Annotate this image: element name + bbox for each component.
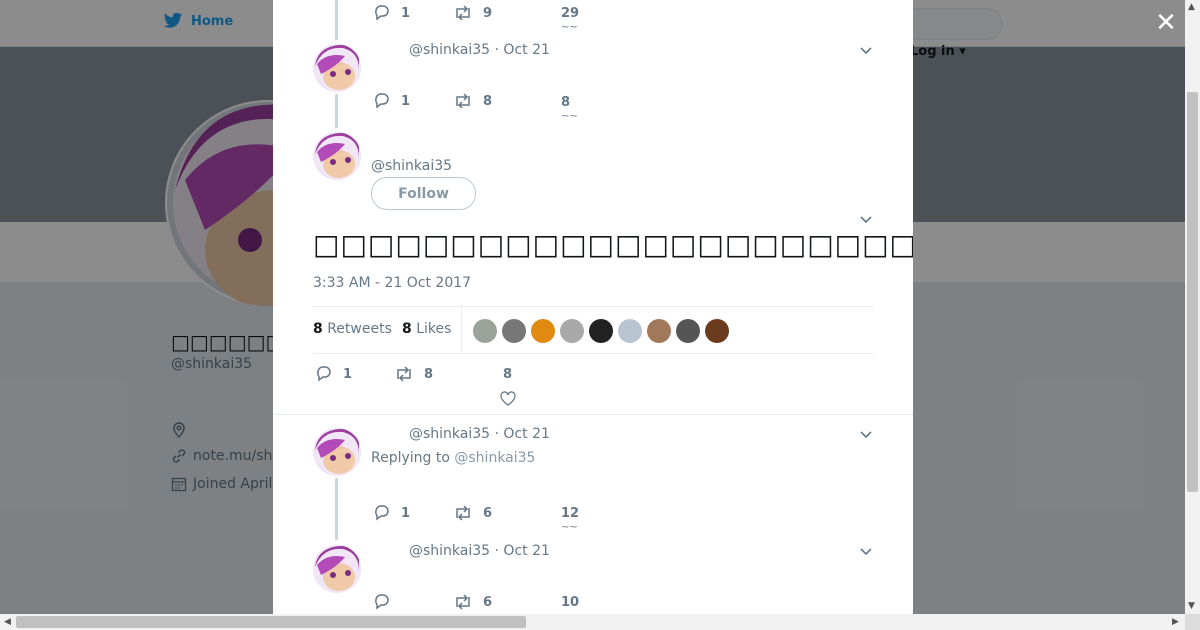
tweet-handle[interactable]: @shinkai35 · Oct 21	[409, 426, 550, 442]
main-tweet-text: □□□□□□□□□□□□□□□□□□□□□□□□□□□□□□□□□□□□□□□□…	[313, 228, 913, 261]
like-count[interactable]: 8	[561, 95, 570, 110]
chevron-down-icon[interactable]	[859, 430, 873, 440]
scroll-right-icon[interactable]: ▶	[1172, 617, 1179, 627]
avatar[interactable]	[313, 44, 361, 92]
horizontal-scrollbar[interactable]: ◀ ▶	[0, 614, 1185, 630]
reply-icon	[375, 93, 389, 109]
retweet-icon	[397, 366, 411, 382]
likes-stat[interactable]: 8 Likes	[402, 321, 451, 337]
like-count[interactable]: 10	[561, 595, 579, 610]
retweet-icon	[456, 5, 470, 21]
like-count[interactable]: 12	[561, 506, 579, 521]
liker-avatar[interactable]	[589, 319, 613, 343]
avatar[interactable]	[313, 132, 361, 180]
stats-divider	[461, 307, 462, 353]
divider	[273, 414, 913, 415]
scrollbar-corner	[1185, 614, 1200, 630]
chevron-down-icon[interactable]	[859, 215, 873, 225]
reply-icon	[375, 594, 389, 610]
liker-avatar[interactable]	[502, 319, 526, 343]
retweet-button[interactable]: 6	[453, 594, 492, 610]
chevron-down-icon[interactable]	[859, 547, 873, 557]
like-count[interactable]: 29	[561, 6, 579, 21]
replying-to-link[interactable]: @shinkai35	[454, 450, 535, 466]
tweet-stats: 8 Retweets 8 Likes	[313, 306, 873, 354]
like-count[interactable]: 8	[503, 367, 512, 382]
vertical-scrollbar[interactable]: ▲ ▼	[1185, 0, 1200, 614]
scrollbar-thumb[interactable]	[1187, 92, 1198, 492]
like-button[interactable]: ~~	[561, 522, 578, 533]
tweet-handle[interactable]: @shinkai35 · Oct 21	[409, 42, 550, 58]
chevron-down-icon[interactable]	[859, 46, 873, 56]
retweet-button[interactable]: 6	[453, 505, 492, 521]
scrollbar-thumb[interactable]	[16, 616, 526, 628]
replying-to: Replying to @shinkai35	[371, 450, 536, 466]
retweet-icon	[456, 594, 470, 610]
tweet-timestamp[interactable]: 3:33 AM - 21 Oct 2017	[313, 275, 471, 291]
reply-icon	[317, 366, 331, 382]
retweet-button[interactable]: 9	[453, 5, 492, 21]
avatar[interactable]	[313, 428, 361, 476]
avatar[interactable]	[313, 545, 361, 593]
tweet-handle[interactable]: @shinkai35 · Oct 21	[409, 543, 550, 559]
liker-avatar[interactable]	[531, 319, 555, 343]
follow-button[interactable]: Follow	[371, 177, 476, 210]
reply-button[interactable]	[373, 594, 391, 610]
liker-avatar[interactable]	[647, 319, 671, 343]
like-button[interactable]: ~~	[561, 111, 578, 122]
main-tweet-handle[interactable]: @shinkai35	[371, 158, 452, 174]
thread-line	[335, 0, 338, 40]
liker-avatar[interactable]	[473, 319, 497, 343]
retweet-button[interactable]: 8	[394, 366, 433, 382]
liker-avatar[interactable]	[618, 319, 642, 343]
heart-icon[interactable]	[500, 391, 516, 406]
scroll-left-icon[interactable]: ◀	[4, 617, 11, 627]
close-icon[interactable]: ✕	[1153, 10, 1179, 36]
scroll-down-icon[interactable]: ▼	[1188, 601, 1195, 611]
retweets-stat[interactable]: 8 Retweets	[313, 321, 392, 337]
liker-avatars	[473, 319, 729, 343]
liker-avatar[interactable]	[560, 319, 584, 343]
retweet-icon	[456, 505, 470, 521]
reply-icon	[375, 505, 389, 521]
reply-button[interactable]: 1	[373, 93, 410, 109]
reply-button[interactable]: 1	[373, 505, 410, 521]
retweet-button[interactable]: 8	[453, 93, 492, 109]
reply-icon	[375, 5, 389, 21]
retweet-icon	[456, 93, 470, 109]
reply-button[interactable]: 1	[315, 366, 352, 382]
liker-avatar[interactable]	[676, 319, 700, 343]
thread-line	[335, 478, 338, 540]
scroll-up-icon[interactable]: ▲	[1188, 2, 1195, 12]
like-button[interactable]: ~~	[561, 22, 578, 33]
thread-line	[335, 94, 338, 128]
liker-avatar[interactable]	[705, 319, 729, 343]
reply-button[interactable]: 1	[373, 5, 410, 21]
tweet-modal: 1 9 29 ~~ @shinkai35 · Oct 21 1 8 8 ~~ @…	[273, 0, 913, 614]
